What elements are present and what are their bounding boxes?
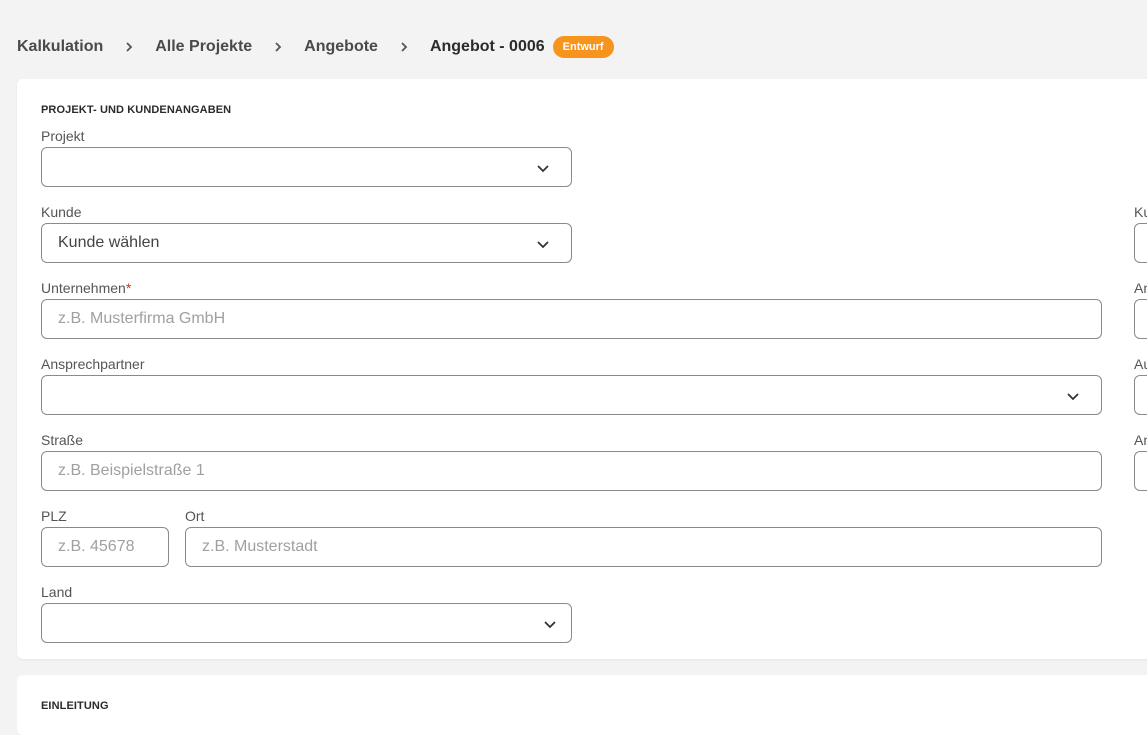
right-column-field[interactable] <box>1134 451 1147 491</box>
land-label: Land <box>41 584 73 600</box>
ort-placeholder: z.B. Musterstadt <box>202 538 318 555</box>
strasse-placeholder: z.B. Beispielstraße 1 <box>58 462 205 479</box>
unternehmen-placeholder: z.B. Musterfirma GmbH <box>58 310 226 327</box>
strasse-label: Straße <box>41 432 84 448</box>
plz-label: PLZ <box>41 508 67 524</box>
chevron-down-icon <box>537 241 549 249</box>
chevron-right-icon <box>252 41 304 53</box>
right-column-label: An <box>1134 280 1147 296</box>
chevron-right-icon <box>378 41 430 53</box>
chevron-down-icon <box>1067 393 1079 401</box>
required-marker: * <box>125 280 132 296</box>
introduction-card: EINLEITUNG <box>17 675 1147 735</box>
projekt-select[interactable] <box>41 147 572 187</box>
breadcrumb-kalkulation[interactable]: Kalkulation <box>17 38 103 56</box>
projekt-label: Projekt <box>41 128 85 144</box>
customer-info-card: PROJEKT- UND KUNDENANGABEN Projekt Kunde… <box>17 79 1147 659</box>
right-column-field[interactable] <box>1134 375 1147 415</box>
ort-input[interactable]: z.B. Musterstadt <box>185 527 1102 567</box>
unternehmen-label: Unternehmen* <box>41 280 132 296</box>
chevron-right-icon <box>103 41 155 53</box>
unternehmen-input[interactable]: z.B. Musterfirma GmbH <box>41 299 1102 339</box>
right-column-field[interactable] <box>1134 299 1147 339</box>
right-column-label: Ku <box>1134 204 1147 220</box>
section-title: EINLEITUNG <box>41 700 109 712</box>
breadcrumb-alle-projekte[interactable]: Alle Projekte <box>155 38 252 56</box>
kunde-select[interactable]: Kunde wählen <box>41 223 572 263</box>
chevron-down-icon <box>537 165 549 173</box>
breadcrumb-current: Angebot - 0006 <box>429 38 545 55</box>
chevron-down-icon <box>544 621 556 629</box>
ansprechpartner-label: Ansprechpartner <box>41 356 145 372</box>
kunde-value: Kunde wählen <box>58 234 160 251</box>
right-column-label: An <box>1134 432 1147 448</box>
ort-label: Ort <box>185 508 205 524</box>
breadcrumb-angebote[interactable]: Angebote <box>304 38 378 56</box>
kunde-label: Kunde <box>41 204 82 220</box>
strasse-input[interactable]: z.B. Beispielstraße 1 <box>41 451 1102 491</box>
breadcrumb: Kalkulation Alle Projekte Angebote Angeb… <box>17 34 614 60</box>
right-column-field[interactable] <box>1134 223 1147 263</box>
ansprechpartner-select[interactable] <box>41 375 1102 415</box>
land-select[interactable] <box>41 603 572 643</box>
plz-input[interactable]: z.B. 45678 <box>41 527 169 567</box>
right-column-label: Au <box>1134 356 1147 372</box>
status-badge: Entwurf <box>552 36 614 58</box>
plz-placeholder: z.B. 45678 <box>58 538 135 555</box>
section-title: PROJEKT- UND KUNDENANGABEN <box>41 104 232 116</box>
